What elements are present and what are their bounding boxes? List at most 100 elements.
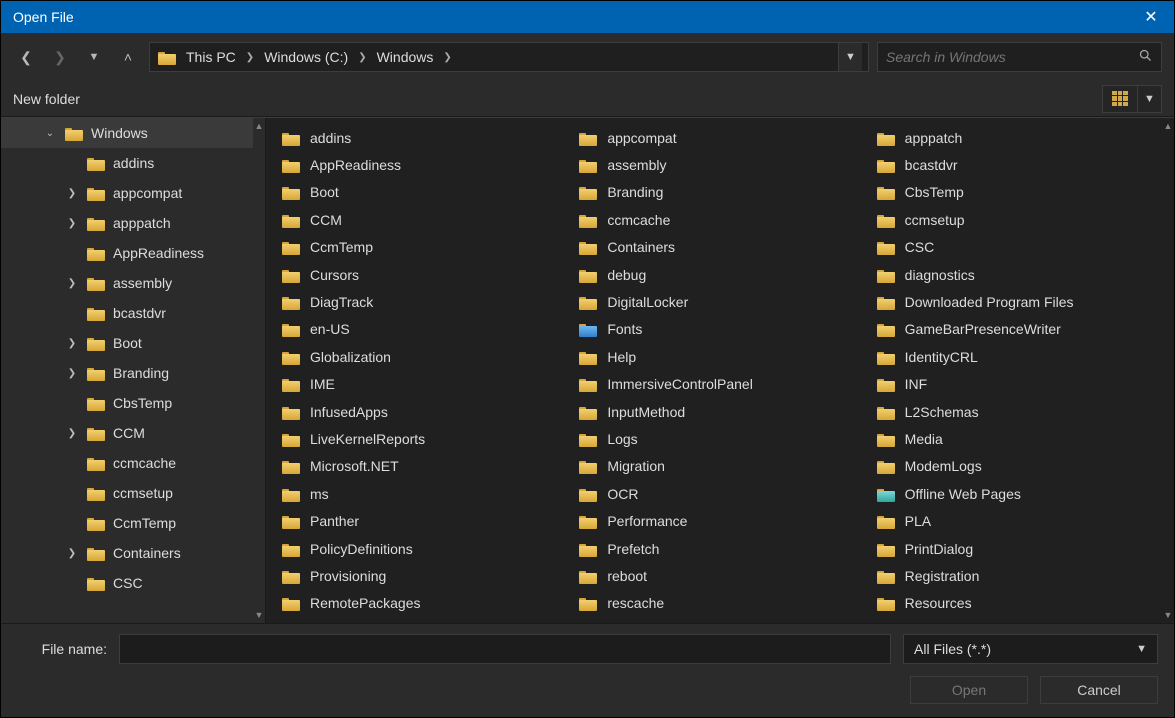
list-item[interactable]: DiagTrack bbox=[278, 288, 575, 315]
list-item[interactable]: Migration bbox=[575, 453, 872, 480]
list-item[interactable]: Registration bbox=[873, 562, 1170, 589]
close-button[interactable]: ✕ bbox=[1128, 1, 1174, 33]
list-item[interactable]: Branding bbox=[575, 179, 872, 206]
tree-item[interactable]: ⌄Windows bbox=[1, 118, 253, 148]
list-item[interactable]: CcmTemp bbox=[278, 234, 575, 261]
chevron-right-icon[interactable]: ❯ bbox=[356, 52, 368, 63]
list-item[interactable]: assembly bbox=[575, 151, 872, 178]
list-item[interactable]: PolicyDefinitions bbox=[278, 535, 575, 562]
chevron-right-icon[interactable]: ❯ bbox=[65, 428, 79, 439]
tree-item[interactable]: addins bbox=[1, 148, 253, 178]
tree-item[interactable]: CSC bbox=[1, 568, 253, 598]
tree-item[interactable]: ❯Boot bbox=[1, 328, 253, 358]
list-item[interactable]: rescache bbox=[575, 590, 872, 617]
list-item[interactable]: addins bbox=[278, 124, 575, 151]
up-button[interactable]: ˄ bbox=[115, 43, 141, 71]
list-item[interactable]: CCM bbox=[278, 206, 575, 233]
list-item[interactable]: reboot bbox=[575, 562, 872, 589]
list-item[interactable]: en-US bbox=[278, 316, 575, 343]
breadcrumb[interactable]: This PC ❯ Windows (C:) ❯ Windows ❯ ▼ bbox=[149, 42, 869, 72]
list-item[interactable]: InfusedApps bbox=[278, 398, 575, 425]
scroll-down-icon[interactable]: ▼ bbox=[1162, 607, 1174, 623]
tree-item[interactable]: ❯Branding bbox=[1, 358, 253, 388]
list-item[interactable]: debug bbox=[575, 261, 872, 288]
list-item[interactable]: Prefetch bbox=[575, 535, 872, 562]
list-item[interactable]: appcompat bbox=[575, 124, 872, 151]
breadcrumb-this-pc[interactable]: This PC bbox=[184, 49, 238, 65]
open-button[interactable]: Open bbox=[910, 676, 1028, 704]
list-item[interactable]: IME bbox=[278, 371, 575, 398]
list-item[interactable]: DigitalLocker bbox=[575, 288, 872, 315]
chevron-right-icon[interactable]: ❯ bbox=[65, 188, 79, 199]
scroll-down-icon[interactable]: ▼ bbox=[253, 607, 265, 623]
list-item[interactable]: Help bbox=[575, 343, 872, 370]
list-item[interactable]: PLA bbox=[873, 507, 1170, 534]
scroll-up-icon[interactable]: ▲ bbox=[253, 118, 265, 134]
tree-item[interactable]: CcmTemp bbox=[1, 508, 253, 538]
list-item[interactable]: Offline Web Pages bbox=[873, 480, 1170, 507]
chevron-right-icon[interactable]: ❯ bbox=[441, 52, 453, 63]
tree-item[interactable]: ❯CCM bbox=[1, 418, 253, 448]
filename-input[interactable] bbox=[119, 634, 891, 664]
list-item[interactable]: diagnostics bbox=[873, 261, 1170, 288]
list-item[interactable]: Panther bbox=[278, 507, 575, 534]
forward-button[interactable]: ❯ bbox=[47, 43, 73, 71]
files-scrollbar[interactable]: ▲ ▼ bbox=[1162, 118, 1174, 623]
list-item[interactable]: Media bbox=[873, 425, 1170, 452]
list-item[interactable]: ms bbox=[278, 480, 575, 507]
view-mode-button[interactable] bbox=[1103, 86, 1137, 112]
list-item[interactable]: InputMethod bbox=[575, 398, 872, 425]
list-item[interactable]: AppReadiness bbox=[278, 151, 575, 178]
chevron-right-icon[interactable]: ❯ bbox=[244, 52, 256, 63]
chevron-right-icon[interactable]: ❯ bbox=[65, 368, 79, 379]
tree-item[interactable]: CbsTemp bbox=[1, 388, 253, 418]
list-item[interactable]: Boot bbox=[278, 179, 575, 206]
tree-item[interactable]: ❯appcompat bbox=[1, 178, 253, 208]
chevron-right-icon[interactable]: ❯ bbox=[65, 548, 79, 559]
list-item[interactable]: ModemLogs bbox=[873, 453, 1170, 480]
list-item[interactable]: L2Schemas bbox=[873, 398, 1170, 425]
tree-item[interactable]: ccmsetup bbox=[1, 478, 253, 508]
tree-item[interactable]: ccmcache bbox=[1, 448, 253, 478]
back-button[interactable]: ❮ bbox=[13, 43, 39, 71]
new-folder-button[interactable]: New folder bbox=[13, 91, 80, 107]
list-item[interactable]: Provisioning bbox=[278, 562, 575, 589]
list-item[interactable]: bcastdvr bbox=[873, 151, 1170, 178]
view-mode-dropdown[interactable]: ▼ bbox=[1137, 86, 1161, 112]
list-item[interactable]: Cursors bbox=[278, 261, 575, 288]
chevron-down-icon[interactable]: ⌄ bbox=[43, 128, 57, 139]
list-item[interactable]: IdentityCRL bbox=[873, 343, 1170, 370]
tree-scrollbar[interactable]: ▲ ▼ bbox=[253, 118, 265, 623]
list-item[interactable]: Microsoft.NET bbox=[278, 453, 575, 480]
list-item[interactable]: LiveKernelReports bbox=[278, 425, 575, 452]
scroll-up-icon[interactable]: ▲ bbox=[1162, 118, 1174, 134]
chevron-right-icon[interactable]: ❯ bbox=[65, 278, 79, 289]
cancel-button[interactable]: Cancel bbox=[1040, 676, 1158, 704]
list-item[interactable]: Resources bbox=[873, 590, 1170, 617]
list-item[interactable]: Globalization bbox=[278, 343, 575, 370]
list-item[interactable]: ccmcache bbox=[575, 206, 872, 233]
list-item[interactable]: CSC bbox=[873, 234, 1170, 261]
tree-item[interactable]: ❯assembly bbox=[1, 268, 253, 298]
breadcrumb-windows[interactable]: Windows bbox=[375, 49, 436, 65]
breadcrumb-drive[interactable]: Windows (C:) bbox=[262, 49, 350, 65]
chevron-right-icon[interactable]: ❯ bbox=[65, 218, 79, 229]
tree-item[interactable]: bcastdvr bbox=[1, 298, 253, 328]
chevron-right-icon[interactable]: ❯ bbox=[65, 338, 79, 349]
list-item[interactable]: Performance bbox=[575, 507, 872, 534]
list-item[interactable]: apppatch bbox=[873, 124, 1170, 151]
tree-item[interactable]: ❯apppatch bbox=[1, 208, 253, 238]
list-item[interactable]: Logs bbox=[575, 425, 872, 452]
search-icon[interactable] bbox=[1138, 48, 1153, 67]
tree-item[interactable]: AppReadiness bbox=[1, 238, 253, 268]
list-item[interactable]: CbsTemp bbox=[873, 179, 1170, 206]
breadcrumb-history-dropdown[interactable]: ▼ bbox=[838, 43, 862, 71]
list-item[interactable]: RemotePackages bbox=[278, 590, 575, 617]
list-item[interactable]: Fonts bbox=[575, 316, 872, 343]
list-item[interactable]: Containers bbox=[575, 234, 872, 261]
recent-dropdown[interactable]: ▼ bbox=[81, 43, 107, 71]
list-item[interactable]: Downloaded Program Files bbox=[873, 288, 1170, 315]
list-item[interactable]: INF bbox=[873, 371, 1170, 398]
search-input[interactable] bbox=[886, 49, 1138, 65]
file-type-dropdown[interactable]: All Files (*.*) ▼ bbox=[903, 634, 1158, 664]
